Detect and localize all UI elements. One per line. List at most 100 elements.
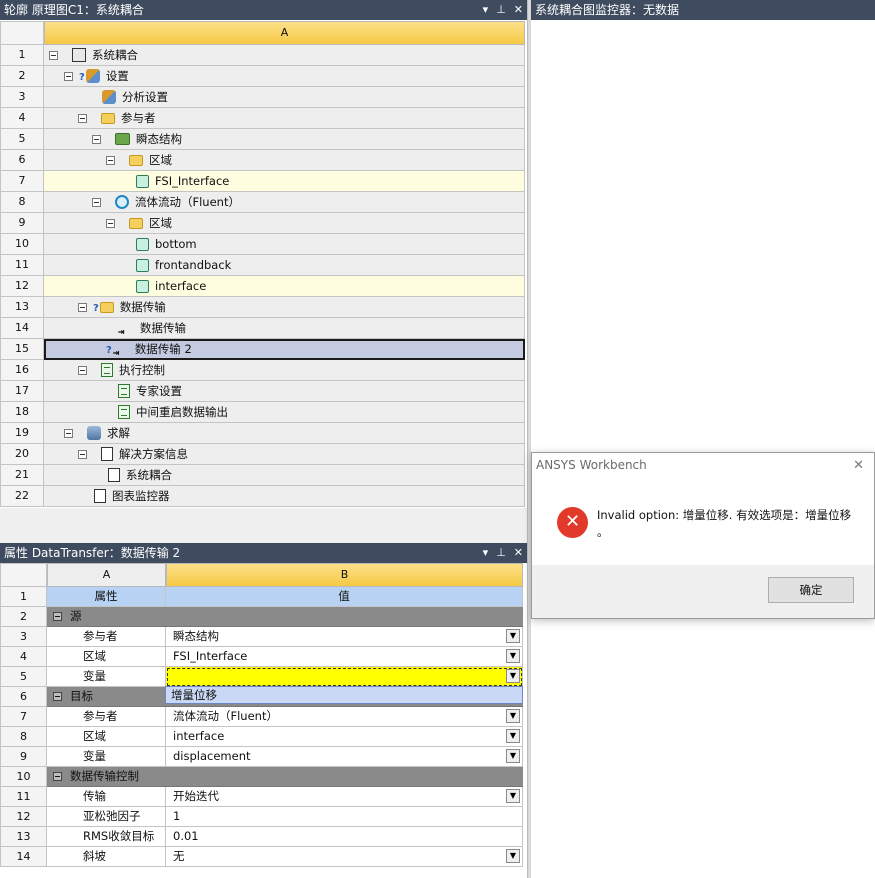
tree-item-region[interactable]: 区域	[44, 213, 525, 234]
property-value-rms-target[interactable]: 0.01	[166, 827, 523, 847]
row-number[interactable]: 19	[0, 423, 44, 444]
dropdown-arrow-icon[interactable]: ▼	[506, 669, 520, 683]
tree-item-region[interactable]: 区域	[44, 150, 525, 171]
property-value-participant[interactable]: 瞬态结构 ▼	[166, 627, 523, 647]
tree-item-solution-information[interactable]: 解决方案信息	[44, 444, 525, 465]
tree-item-data-transfer-2[interactable]: ?⇥ 数据传输 2	[44, 339, 525, 360]
tree-item-data-transfers[interactable]: ? 数据传输	[44, 297, 525, 318]
collapse-icon[interactable]	[64, 429, 73, 438]
column-header-a[interactable]: A	[44, 21, 525, 45]
close-icon[interactable]: ✕	[514, 543, 523, 563]
dropdown-arrow-icon[interactable]: ▼	[506, 649, 520, 663]
tree-item-analysis-settings[interactable]: 分析设置	[44, 87, 525, 108]
row-number[interactable]: 14	[0, 847, 47, 867]
row-number[interactable]: 6	[0, 150, 44, 171]
row-number[interactable]: 9	[0, 213, 44, 234]
collapse-icon[interactable]	[53, 772, 62, 781]
property-value-region[interactable]: interface ▼	[166, 727, 523, 747]
row-number[interactable]: 3	[0, 87, 44, 108]
pin-icon[interactable]: ⊥	[496, 0, 506, 20]
row-number[interactable]: 16	[0, 360, 44, 381]
dropdown-arrow-icon[interactable]: ▼	[506, 629, 520, 643]
ok-button[interactable]: 确定	[768, 577, 854, 603]
row-number[interactable]: 6	[0, 687, 47, 707]
tree-item-chart-monitor[interactable]: 图表监控器	[44, 486, 525, 507]
dialog-close-icon[interactable]: ✕	[853, 458, 864, 473]
tree-item-fluid-flow-fluent[interactable]: 流体流动（Fluent）	[44, 192, 525, 213]
row-number[interactable]: 11	[0, 787, 47, 807]
collapse-icon[interactable]	[92, 198, 101, 207]
row-number[interactable]: 21	[0, 465, 44, 486]
row-number[interactable]: 22	[0, 486, 44, 507]
row-number[interactable]: 15	[0, 339, 44, 360]
collapse-icon[interactable]	[53, 692, 62, 701]
tree-item-execution-control[interactable]: 执行控制	[44, 360, 525, 381]
row-number[interactable]: 7	[0, 171, 44, 192]
collapse-icon[interactable]	[78, 303, 87, 312]
tree-item-system-coupling-info[interactable]: 系统耦合	[44, 465, 525, 486]
dropdown-arrow-icon[interactable]: ▼	[506, 849, 520, 863]
property-value-transfer[interactable]: 开始迭代 ▼	[166, 787, 523, 807]
row-number[interactable]: 1	[0, 45, 44, 66]
property-value-region[interactable]: FSI_Interface ▼	[166, 647, 523, 667]
collapse-icon[interactable]	[64, 72, 73, 81]
row-number[interactable]: 18	[0, 402, 44, 423]
dropdown-arrow-icon[interactable]: ▼	[506, 789, 520, 803]
tree-item-system-coupling[interactable]: 系统耦合	[44, 45, 525, 66]
group-source[interactable]: 源	[47, 607, 523, 627]
row-number[interactable]: 10	[0, 234, 44, 255]
property-value-participant[interactable]: 流体流动（Fluent） ▼	[166, 707, 523, 727]
row-number[interactable]: 13	[0, 297, 44, 318]
collapse-icon[interactable]	[53, 612, 62, 621]
collapse-icon[interactable]	[78, 114, 87, 123]
row-number[interactable]: 9	[0, 747, 47, 767]
row-number[interactable]: 4	[0, 108, 44, 129]
collapse-icon[interactable]	[49, 51, 58, 60]
close-icon[interactable]: ✕	[514, 0, 523, 20]
row-number[interactable]: 2	[0, 607, 47, 627]
row-number[interactable]: 8	[0, 727, 47, 747]
panel-menu-icon[interactable]: ▾	[483, 543, 489, 563]
row-number[interactable]: 10	[0, 767, 47, 787]
collapse-icon[interactable]	[92, 135, 101, 144]
group-transfer-control[interactable]: 数据传输控制	[47, 767, 523, 787]
row-number[interactable]: 11	[0, 255, 44, 276]
row-number[interactable]: 17	[0, 381, 44, 402]
tree-item-setup[interactable]: ? 设置	[44, 66, 525, 87]
tree-item-solution[interactable]: 求解	[44, 423, 525, 444]
panel-menu-icon[interactable]: ▾	[483, 0, 489, 20]
property-value-variable[interactable]: ▼	[166, 667, 523, 687]
collapse-icon[interactable]	[78, 366, 87, 375]
property-value-under-relaxation[interactable]: 1	[166, 807, 523, 827]
row-number[interactable]: 5	[0, 667, 47, 687]
property-value-ramping[interactable]: 无 ▼	[166, 847, 523, 867]
row-number[interactable]: 7	[0, 707, 47, 727]
row-number[interactable]: 8	[0, 192, 44, 213]
collapse-icon[interactable]	[106, 219, 115, 228]
row-number[interactable]: 2	[0, 66, 44, 87]
row-number[interactable]: 1	[0, 587, 47, 607]
dropdown-option[interactable]: 增量位移	[171, 687, 217, 703]
tree-item-fsi-interface[interactable]: FSI_Interface	[44, 171, 525, 192]
row-number[interactable]: 12	[0, 276, 44, 297]
tree-item-frontandback[interactable]: frontandback	[44, 255, 525, 276]
collapse-icon[interactable]	[106, 156, 115, 165]
panel-separator[interactable]	[0, 508, 527, 543]
dropdown-arrow-icon[interactable]: ▼	[506, 749, 520, 763]
tree-item-participants[interactable]: 参与者	[44, 108, 525, 129]
row-number[interactable]: 12	[0, 807, 47, 827]
row-number[interactable]: 20	[0, 444, 44, 465]
row-number[interactable]: 13	[0, 827, 47, 847]
column-header-b[interactable]: B	[166, 563, 523, 587]
tree-item-interface[interactable]: interface	[44, 276, 525, 297]
row-number[interactable]: 4	[0, 647, 47, 667]
property-value-variable[interactable]: displacement ▼	[166, 747, 523, 767]
tree-item-bottom[interactable]: bottom	[44, 234, 525, 255]
dropdown-arrow-icon[interactable]: ▼	[506, 709, 520, 723]
row-number[interactable]: 14	[0, 318, 44, 339]
collapse-icon[interactable]	[78, 450, 87, 459]
row-number[interactable]: 3	[0, 627, 47, 647]
tree-item-intermediate-restart-output[interactable]: 中间重启数据输出	[44, 402, 525, 423]
column-header-a[interactable]: A	[47, 563, 166, 587]
tree-item-expert-settings[interactable]: 专家设置	[44, 381, 525, 402]
